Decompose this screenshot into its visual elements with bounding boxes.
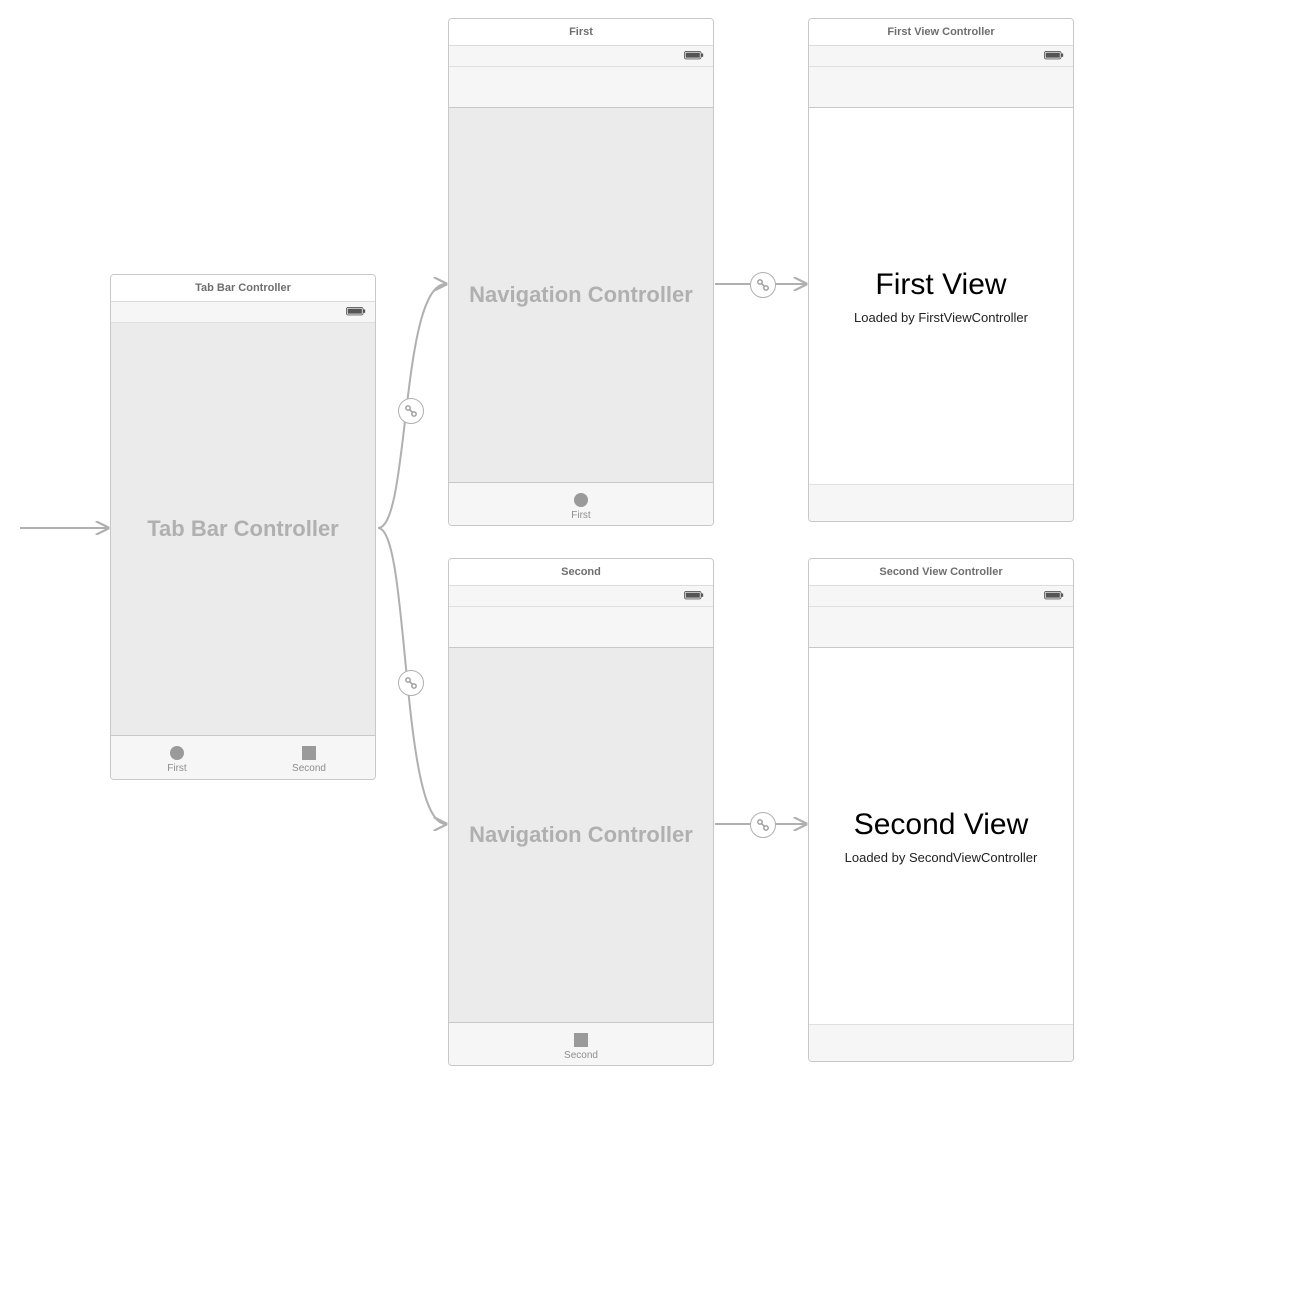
circle-icon [169,745,185,761]
tab-label: First [167,763,186,774]
status-bar [809,586,1073,607]
battery-icon [1043,51,1065,61]
view-heading: Second View [854,808,1029,842]
view-heading: First View [875,268,1006,302]
scene-title: First View Controller [809,19,1073,46]
tab-bar-placeholder [809,1024,1073,1062]
tab-label: Second [292,763,326,774]
controller-body: Navigation Controller [449,648,713,1022]
tab-bar: Second [449,1022,713,1066]
battery-icon [1043,591,1065,601]
view-body: Second View Loaded by SecondViewControll… [809,648,1073,1024]
storyboard-canvas[interactable]: Tab Bar Controller Tab Bar Controller Fi… [0,0,1308,1300]
scene-nav-first[interactable]: First Navigation Controller First [448,18,714,526]
scene-title: Tab Bar Controller [111,275,375,302]
tab-bar: First Second [111,735,375,780]
scene-title: First [449,19,713,46]
navigation-bar [809,67,1073,108]
tab-label: Second [564,1050,598,1061]
segue-badge[interactable] [750,272,776,298]
view-body: First View Loaded by FirstViewController [809,108,1073,484]
scene-second-view[interactable]: Second View Controller Second View Loade… [808,558,1074,1062]
scene-nav-second[interactable]: Second Navigation Controller Second [448,558,714,1066]
square-icon [301,745,317,761]
tab-bar: First [449,482,713,526]
scene-first-view[interactable]: First View Controller First View Loaded … [808,18,1074,522]
tab-item-first[interactable]: First [111,736,243,780]
circle-icon [573,492,589,508]
tab-item-first[interactable]: First [561,483,600,526]
square-icon [573,1032,589,1048]
status-bar [449,46,713,67]
navigation-bar [809,607,1073,648]
navigation-bar [449,607,713,648]
segue-badge[interactable] [398,670,424,696]
view-subtitle: Loaded by FirstViewController [854,310,1028,325]
segue-badge[interactable] [750,812,776,838]
scene-title: Second [449,559,713,586]
controller-body: Tab Bar Controller [111,323,375,735]
status-bar [449,586,713,607]
navigation-bar [449,67,713,108]
segue-badge[interactable] [398,398,424,424]
status-bar [809,46,1073,67]
view-subtitle: Loaded by SecondViewController [845,850,1038,865]
tab-label: First [571,510,590,521]
battery-icon [345,307,367,317]
controller-body: Navigation Controller [449,108,713,482]
scene-tab-bar-controller[interactable]: Tab Bar Controller Tab Bar Controller Fi… [110,274,376,780]
scene-title: Second View Controller [809,559,1073,586]
battery-icon [683,591,705,601]
tab-bar-placeholder [809,484,1073,522]
tab-item-second[interactable]: Second [554,1023,608,1066]
status-bar [111,302,375,323]
battery-icon [683,51,705,61]
tab-item-second[interactable]: Second [243,736,375,780]
